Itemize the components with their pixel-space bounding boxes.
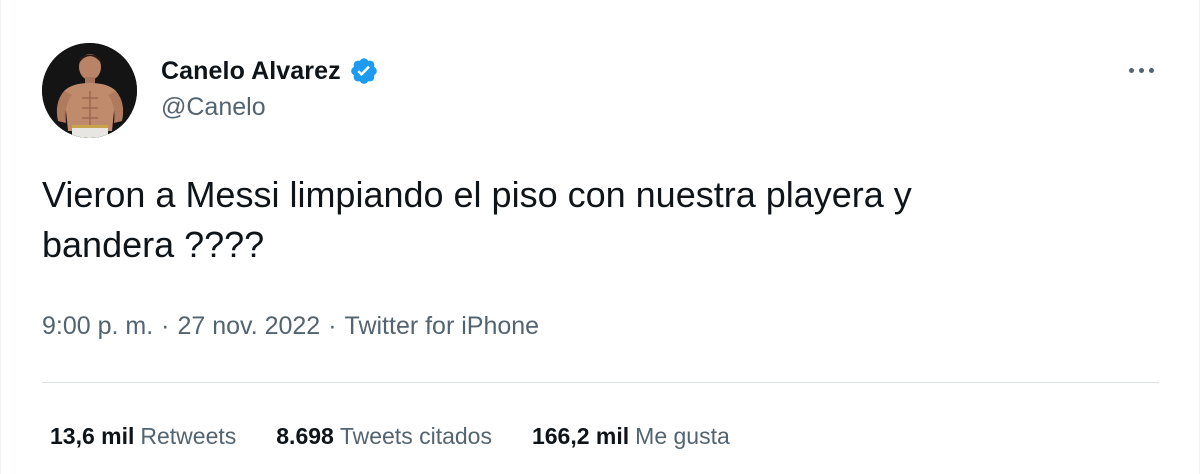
quote-tweets-label: Tweets citados	[339, 423, 492, 449]
more-options-button[interactable]	[1121, 55, 1161, 85]
more-horizontal-icon	[1128, 67, 1134, 73]
more-horizontal-icon-dot	[1138, 67, 1144, 73]
verified-badge-icon	[349, 56, 379, 86]
tweet-metadata: 9:00 p. m. · 27 nov. 2022 · Twitter for …	[42, 312, 539, 341]
meta-separator: ·	[161, 312, 170, 340]
divider	[42, 382, 1159, 383]
likes-label: Me gusta	[635, 423, 730, 449]
avatar[interactable]	[42, 43, 137, 138]
tweet-source[interactable]: Twitter for iPhone	[345, 312, 540, 341]
tweet-text: Vieron a Messi limpiando el piso con nue…	[42, 174, 912, 265]
likes-count: 166,2 mil	[531, 423, 630, 449]
tweet-date[interactable]: 27 nov. 2022	[178, 312, 321, 341]
likes-stat[interactable]: 166,2 mil Me gusta	[532, 423, 730, 450]
quote-tweets-stat[interactable]: 8.698 Tweets citados	[276, 423, 492, 450]
more-horizontal-icon-dot	[1148, 67, 1154, 73]
tweet-stats: 13,6 mil Retweets 8.698 Tweets citados 1…	[50, 423, 770, 450]
avatar-photo	[42, 43, 137, 138]
tweet-time[interactable]: 9:00 p. m.	[42, 312, 153, 341]
retweets-count: 13,6 mil	[50, 423, 135, 449]
author-display-name[interactable]: Canelo Alvarez	[161, 57, 341, 86]
tweet-card: Canelo Alvarez @Canelo Vieron a Messi li…	[0, 0, 1200, 474]
author-name-row[interactable]: Canelo Alvarez	[161, 55, 379, 87]
retweets-label: Retweets	[140, 423, 237, 449]
quote-tweets-count: 8.698	[276, 423, 334, 449]
retweets-stat[interactable]: 13,6 mil Retweets	[50, 423, 236, 450]
author-handle[interactable]: @Canelo	[161, 93, 266, 122]
meta-separator: ·	[328, 312, 337, 340]
